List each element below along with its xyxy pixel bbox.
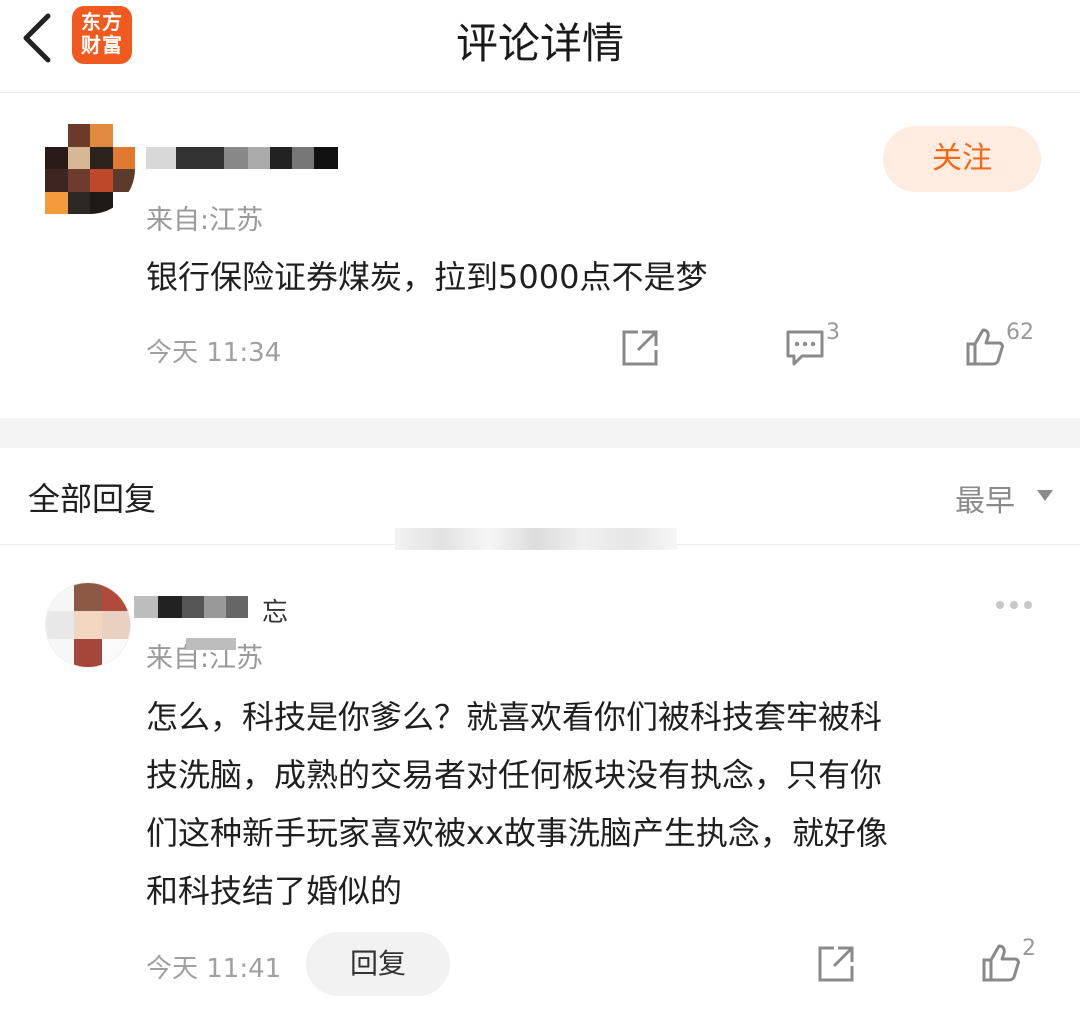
reply-text-line: 们这种新手玩家喜欢被xx故事洗脑产生执念，就好像 — [146, 814, 888, 852]
more-dots-icon[interactable] — [996, 594, 1038, 613]
thumbs-up-icon[interactable] — [980, 942, 1022, 988]
replies-section-title: 全部回复 — [28, 480, 157, 518]
comment-location: 来自:江苏 — [146, 205, 264, 236]
reply-text-line: 和科技结了婚似的 — [146, 872, 403, 910]
comment-text: 银行保险证券煤炭，拉到5000点不是梦 — [146, 258, 708, 296]
reply-username-suffix: 忘 — [262, 598, 289, 628]
reply-time: 今天 11:41 — [146, 954, 282, 984]
sort-selector[interactable]: 最早 — [955, 476, 1015, 520]
comment-time: 今天 11:34 — [146, 338, 282, 368]
follow-button[interactable]: 关注 — [883, 126, 1041, 192]
share-icon[interactable] — [816, 944, 856, 988]
caret-down-icon[interactable] — [1037, 490, 1053, 501]
redacted-strip — [395, 528, 677, 550]
reply-username-redacted[interactable] — [134, 596, 248, 618]
reply-avatar[interactable] — [45, 582, 131, 668]
reply-text-line: 怎么，科技是你爹么？就喜欢看你们被科技套牢被科 — [146, 698, 883, 736]
reply-text: 怎么，科技是你爹么？就喜欢看你们被科技套牢被科 技洗脑，成熟的交易者对任何板块没… — [146, 688, 1056, 920]
reply-button[interactable]: 回复 — [306, 932, 450, 996]
reply-text-line: 技洗脑，成熟的交易者对任何板块没有执念，只有你 — [146, 756, 883, 794]
thumbs-up-icon[interactable] — [964, 326, 1006, 372]
avatar[interactable] — [45, 124, 135, 214]
like-count: 62 — [1006, 320, 1034, 345]
header-divider — [0, 92, 1080, 93]
comment-icon[interactable] — [784, 328, 826, 372]
location-redaction — [186, 638, 236, 650]
username-redacted[interactable] — [146, 147, 338, 169]
reply-count: 3 — [826, 320, 840, 345]
reply-like-count: 2 — [1022, 936, 1036, 961]
section-separator — [0, 418, 1080, 448]
page-title: 评论详情 — [455, 19, 624, 68]
share-icon[interactable] — [620, 328, 660, 372]
